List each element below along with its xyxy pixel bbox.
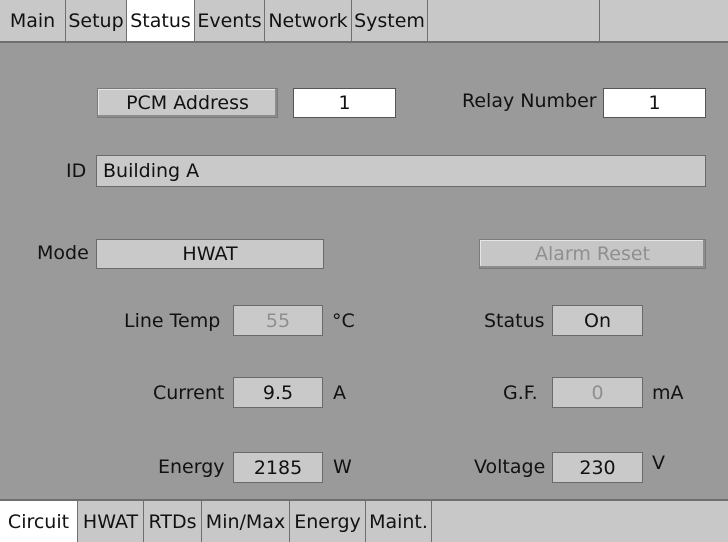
id-label: ID — [66, 160, 87, 182]
gf-label: G.F. — [503, 382, 538, 404]
tab-main[interactable]: Main — [0, 0, 66, 41]
gf-field: 0 — [552, 377, 643, 408]
energy-field: 2185 — [233, 452, 323, 483]
tab-status[interactable]: Status — [127, 0, 195, 41]
alarm-reset-button[interactable]: Alarm Reset — [479, 239, 706, 269]
relay-number-label: Relay Number — [462, 90, 597, 112]
tab-hwat[interactable]: HWAT — [78, 501, 144, 542]
tab-bar-filler-right — [600, 0, 728, 41]
tab-min-max[interactable]: Min/Max — [202, 501, 290, 542]
energy-unit: W — [333, 456, 352, 478]
mode-field[interactable]: HWAT — [96, 239, 324, 269]
voltage-label: Voltage — [474, 456, 546, 478]
tab-network[interactable]: Network — [265, 0, 352, 41]
tab-energy[interactable]: Energy — [290, 501, 366, 542]
relay-number-field[interactable]: 1 — [603, 88, 706, 118]
tab-setup[interactable]: Setup — [66, 0, 127, 41]
current-label: Current — [153, 382, 225, 404]
energy-label: Energy — [158, 456, 225, 478]
bottom-tab-bar: Circuit HWAT RTDs Min/Max Energy Maint. — [0, 499, 728, 542]
line-temp-field: 55 — [233, 305, 323, 336]
tab-bar-filler — [428, 0, 600, 41]
bottom-tab-bar-filler — [432, 501, 728, 542]
current-field: 9.5 — [233, 377, 323, 408]
current-unit: A — [333, 382, 346, 404]
status-field: On — [552, 305, 643, 336]
pcm-address-field[interactable]: 1 — [293, 88, 396, 118]
tab-maint[interactable]: Maint. — [366, 501, 432, 542]
tab-rtds[interactable]: RTDs — [144, 501, 202, 542]
tab-circuit[interactable]: Circuit — [0, 501, 78, 542]
pcm-address-button[interactable]: PCM Address — [97, 88, 278, 118]
line-temp-unit: °C — [332, 310, 355, 332]
line-temp-label: Line Temp — [124, 310, 221, 332]
status-label: Status — [484, 310, 545, 332]
tab-events[interactable]: Events — [195, 0, 265, 41]
voltage-unit: V — [652, 452, 665, 474]
id-field[interactable]: Building A — [96, 155, 706, 187]
mode-label: Mode — [37, 242, 89, 264]
tab-system[interactable]: System — [352, 0, 428, 41]
voltage-field: 230 — [552, 452, 643, 483]
gf-unit: mA — [652, 382, 684, 404]
top-tab-bar: Main Setup Status Events Network System — [0, 0, 728, 43]
